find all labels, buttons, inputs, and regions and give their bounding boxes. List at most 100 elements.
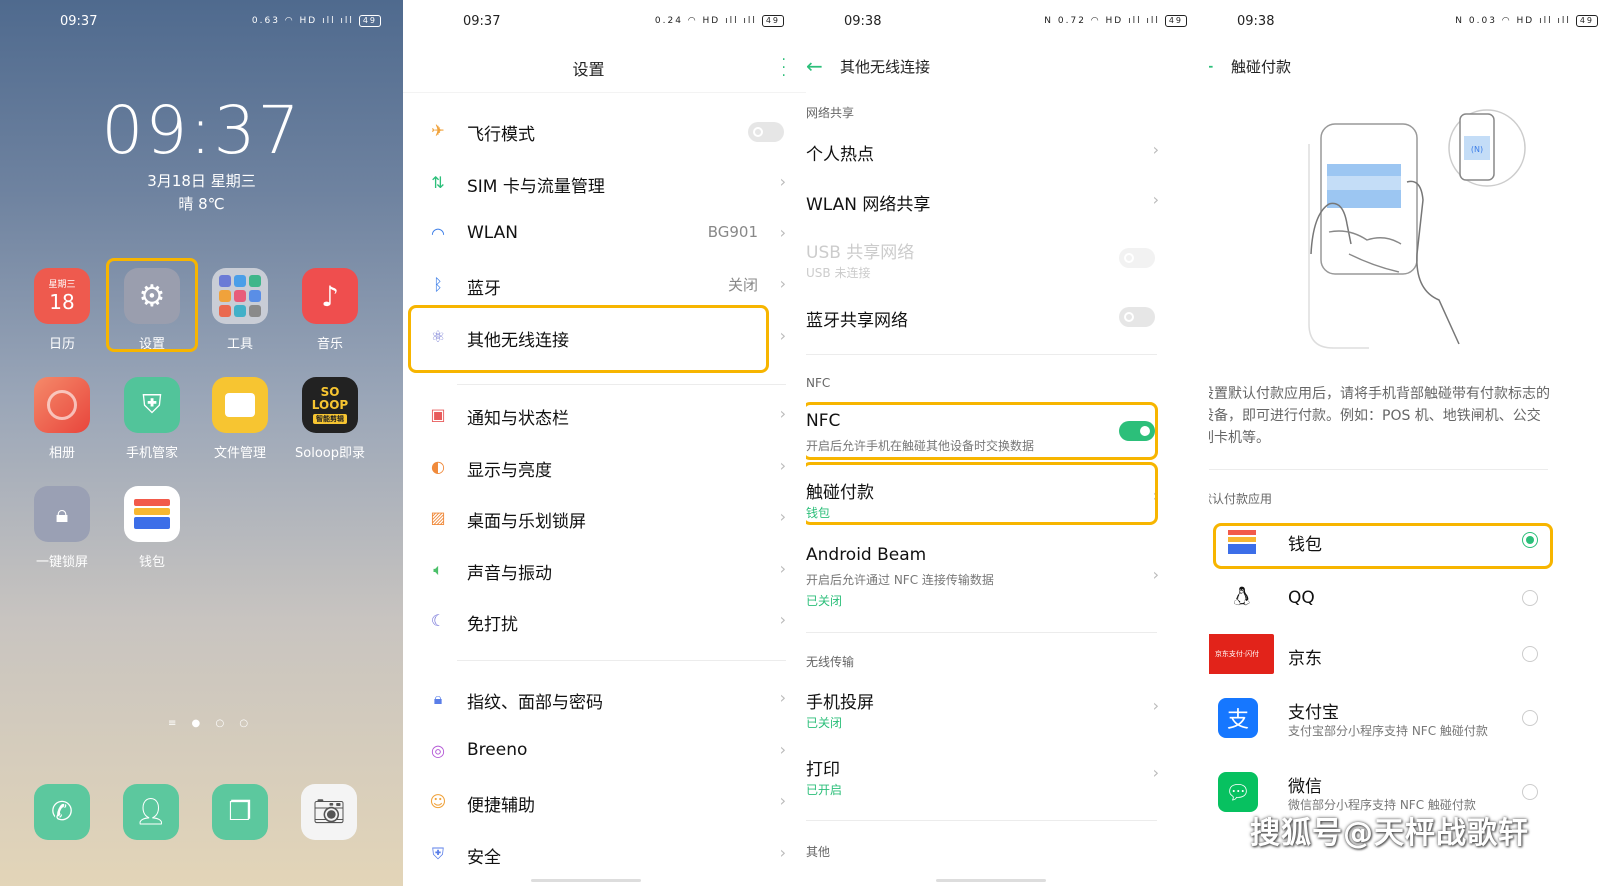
- clock-widget[interactable]: 09:37: [0, 92, 403, 169]
- app-label: 文件管理: [213, 446, 266, 461]
- chevron-right-icon: ›: [1152, 565, 1159, 584]
- app-label: Soloop即录: [295, 446, 365, 461]
- item-label: 声音与振动: [467, 564, 552, 584]
- item-label: USB 共享网络: [806, 243, 915, 263]
- app-wallet[interactable]: 钱包: [112, 486, 192, 570]
- soloop-icon: SO LOOP 智能剪辑: [302, 377, 358, 433]
- settings-item-bluetooth[interactable]: ᛒ 蓝牙 关闭 ›: [403, 274, 806, 299]
- app-calendar[interactable]: 星期三 18 日历: [22, 268, 102, 352]
- highlight-box: [408, 305, 769, 373]
- settings-item-biometrics[interactable]: 🔒︎ 指纹、面部与密码 ›: [403, 688, 806, 713]
- messages-icon[interactable]: ❐: [212, 784, 268, 840]
- battery-icon: 49: [1164, 15, 1187, 27]
- pay-app-radio[interactable]: [1522, 590, 1538, 606]
- settings-item-breeno[interactable]: ◎ Breeno ›: [403, 740, 806, 764]
- item-hotspot[interactable]: 个人热点 ›: [806, 140, 1209, 165]
- pay-app-name: 京东: [1288, 649, 1322, 669]
- contacts-icon[interactable]: 👤︎: [123, 784, 179, 840]
- bt-share-toggle[interactable]: [1119, 307, 1155, 327]
- item-screen-cast[interactable]: 手机投屏 已关闭 ›: [806, 688, 1209, 730]
- settings-item-desktop[interactable]: ▨ 桌面与乐划锁屏 ›: [403, 507, 806, 532]
- item-usb-share[interactable]: USB 共享网络 USB 未连接: [806, 238, 1209, 280]
- wifi-icon: ◠: [431, 224, 445, 243]
- app-tools[interactable]: 工具: [200, 268, 280, 352]
- usb-share-toggle[interactable]: [1119, 248, 1155, 268]
- folder-shape: [225, 393, 255, 417]
- more-options-icon[interactable]: · · ·: [782, 53, 786, 83]
- app-photos[interactable]: 相册: [22, 377, 102, 461]
- tools-folder-icon: [212, 268, 268, 324]
- settings-item-airplane[interactable]: ✈ 飞行模式: [403, 120, 806, 145]
- airplane-toggle[interactable]: [748, 122, 784, 142]
- folder-icon: [212, 377, 268, 433]
- item-wlan-share[interactable]: WLAN 网络共享 ›: [806, 190, 1209, 215]
- chevron-right-icon: ›: [779, 326, 786, 345]
- calendar-weekday: 星期三: [48, 279, 76, 290]
- phone-icon[interactable]: ✆: [34, 784, 90, 840]
- home-indicator: [936, 879, 1046, 882]
- settings-item-display[interactable]: ◐ 显示与亮度 ›: [403, 456, 806, 481]
- status-icons: N 0.03 ◠ HD ıll ıll 49: [1455, 15, 1598, 27]
- speaker-icon: 🔈︎: [433, 560, 443, 579]
- section-other: 其他: [806, 845, 831, 859]
- back-arrow-icon[interactable]: ←: [1209, 54, 1214, 78]
- back-arrow-icon[interactable]: ←: [806, 54, 823, 78]
- settings-item-accessibility[interactable]: ☺ 便捷辅助 ›: [403, 791, 806, 816]
- status-time: 09:38: [844, 14, 882, 29]
- settings-item-sound[interactable]: 🔈︎ 声音与振动 ›: [403, 559, 806, 584]
- pay-app-name: 微信: [1288, 777, 1322, 797]
- item-label: 飞行模式: [467, 125, 535, 145]
- date-text: 3月18日 星期三: [147, 172, 256, 190]
- highlight-box: [806, 462, 1158, 525]
- photos-icon: [34, 377, 90, 433]
- item-bt-share[interactable]: 蓝牙共享网络: [806, 306, 1209, 331]
- app-label: 音乐: [316, 337, 343, 352]
- settings-item-dnd[interactable]: ☾ 免打扰 ›: [403, 610, 806, 635]
- camera-icon[interactable]: 📷︎: [301, 784, 357, 840]
- settings-item-notifications[interactable]: ▣ 通知与状态栏 ›: [403, 404, 806, 429]
- pay-app-qq[interactable]: 🐧︎ QQ: [1209, 578, 1548, 618]
- app-phone-manager[interactable]: ⛨ 手机管家: [112, 377, 192, 461]
- item-print[interactable]: 打印 已开启 ›: [806, 755, 1209, 797]
- item-label: 便捷辅助: [467, 796, 535, 816]
- status-icons-text: 0.24 ◠ HD ıll ıll: [654, 16, 757, 26]
- item-label: 显示与亮度: [467, 461, 552, 481]
- screenshot-collage: 09:37 0.63 ◠ HD ıll ıll 49 09:37 3月18日 星…: [0, 0, 1610, 886]
- item-android-beam[interactable]: Android Beam 开启后允许通过 NFC 连接传输数据 已关闭 ›: [806, 545, 1209, 608]
- status-icons-text: 0.63 ◠ HD ıll ıll: [251, 16, 354, 26]
- shield-icon: ⛨: [124, 377, 180, 433]
- pay-app-alipay[interactable]: 支 支付宝 支付宝部分小程序支持 NFC 触碰付款: [1209, 696, 1548, 740]
- app-file-manager[interactable]: 文件管理: [200, 377, 280, 461]
- pay-app-sub: 支付宝部分小程序支持 NFC 触碰付款: [1288, 724, 1488, 738]
- settings-item-wlan[interactable]: ◠ WLAN BG901 ›: [403, 223, 806, 247]
- status-icons-text: N 0.72 ◠ HD ıll ıll: [1044, 16, 1160, 26]
- pay-app-radio[interactable]: [1522, 710, 1538, 726]
- status-icons: 0.24 ◠ HD ıll ıll 49: [655, 15, 784, 27]
- item-label: SIM 卡与流量管理: [467, 177, 605, 197]
- page-indicator[interactable]: ≡ ● ○ ○: [168, 718, 254, 729]
- pay-app-radio[interactable]: [1522, 784, 1538, 800]
- qq-penguin-icon: 🐧︎: [1222, 578, 1262, 618]
- app-soloop[interactable]: SO LOOP 智能剪辑 Soloop即录: [290, 377, 370, 461]
- sim-data-icon: ⇅: [431, 173, 445, 192]
- pay-app-jd[interactable]: 京东支付·闪付 京东: [1209, 634, 1548, 674]
- app-label: 钱包: [138, 555, 165, 570]
- battery-icon: 49: [358, 15, 381, 27]
- chevron-right-icon: ›: [779, 559, 786, 578]
- chevron-right-icon: ›: [779, 507, 786, 526]
- settings-item-security[interactable]: ⛨ 安全 ›: [403, 843, 806, 868]
- section-network-share: 网络共享: [806, 106, 855, 120]
- chevron-right-icon: ›: [1152, 190, 1159, 209]
- highlight-box: [106, 258, 198, 352]
- settings-item-sim[interactable]: ⇅ SIM 卡与流量管理 ›: [403, 172, 806, 197]
- divider: [457, 384, 786, 385]
- wireless-titlebar: ← 其他无线连接: [806, 54, 1209, 80]
- app-lock-screen[interactable]: 🔒︎ 一键锁屏: [22, 486, 102, 570]
- app-label: 手机管家: [125, 446, 178, 461]
- pay-app-radio[interactable]: [1522, 646, 1538, 662]
- chevron-right-icon: ›: [779, 610, 786, 629]
- section-wireless-transfer: 无线传输: [806, 655, 855, 669]
- item-state: 已关闭: [806, 716, 843, 730]
- app-music[interactable]: ♪ 音乐: [290, 268, 370, 352]
- item-label: WLAN: [467, 223, 519, 243]
